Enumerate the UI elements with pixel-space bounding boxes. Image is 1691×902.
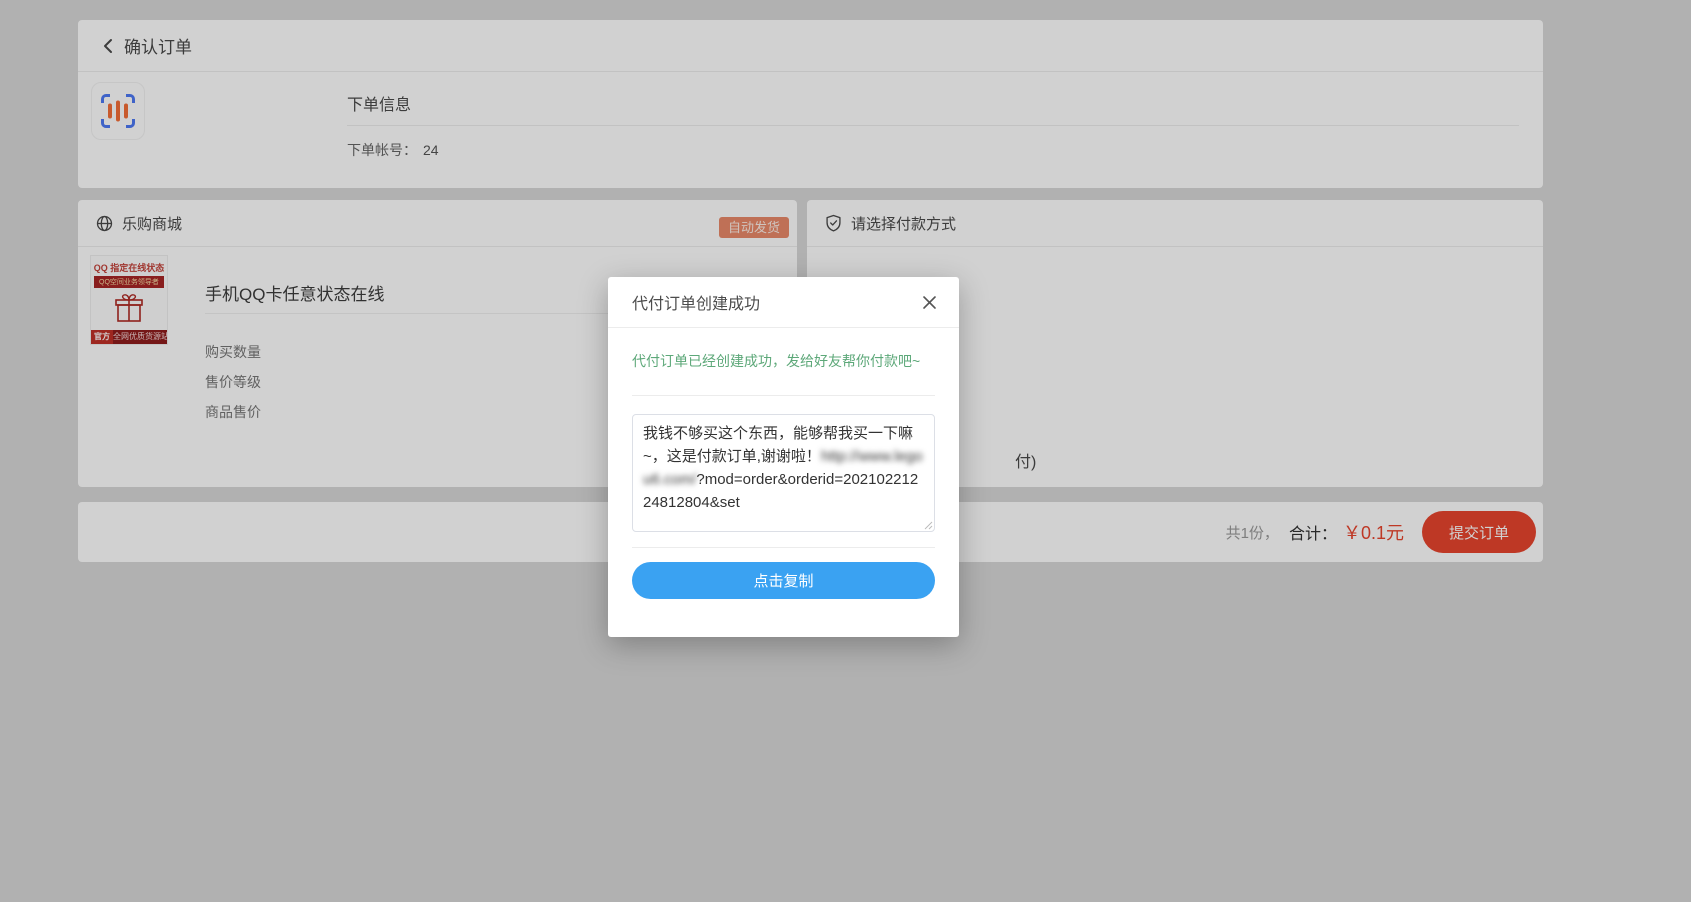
share-text-box[interactable]: 我钱不够买这个东西，能够帮我买一下嘛~，这是付款订单,谢谢啦！http://ww… (632, 414, 935, 532)
divider (632, 547, 935, 548)
copy-button[interactable]: 点击复制 (632, 562, 935, 599)
close-icon[interactable] (918, 291, 941, 314)
modal-title: 代付订单创建成功 (632, 290, 760, 314)
resize-grip-icon[interactable] (923, 520, 933, 530)
success-message: 代付订单已经创建成功，发给好友帮你付款吧~ (632, 351, 935, 371)
divider (632, 395, 935, 396)
pay-for-me-modal: 代付订单创建成功 代付订单已经创建成功，发给好友帮你付款吧~ 我钱不够买这个东西… (608, 277, 959, 637)
order-confirm-page: 确认订单 下单信息 下单帐号： 24 乐购商城 自动发货 (0, 0, 1691, 902)
